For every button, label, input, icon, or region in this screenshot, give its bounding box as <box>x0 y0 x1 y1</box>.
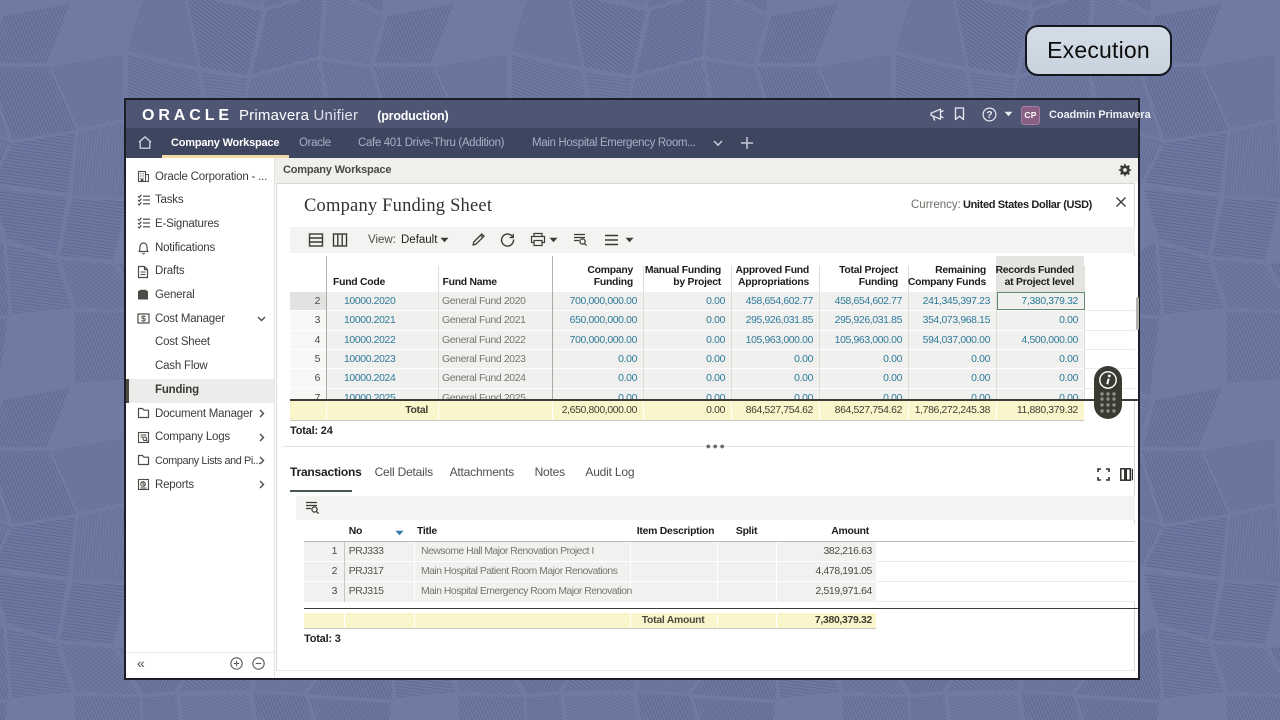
svg-text:$: $ <box>141 314 146 324</box>
svg-text:?: ? <box>986 109 992 121</box>
